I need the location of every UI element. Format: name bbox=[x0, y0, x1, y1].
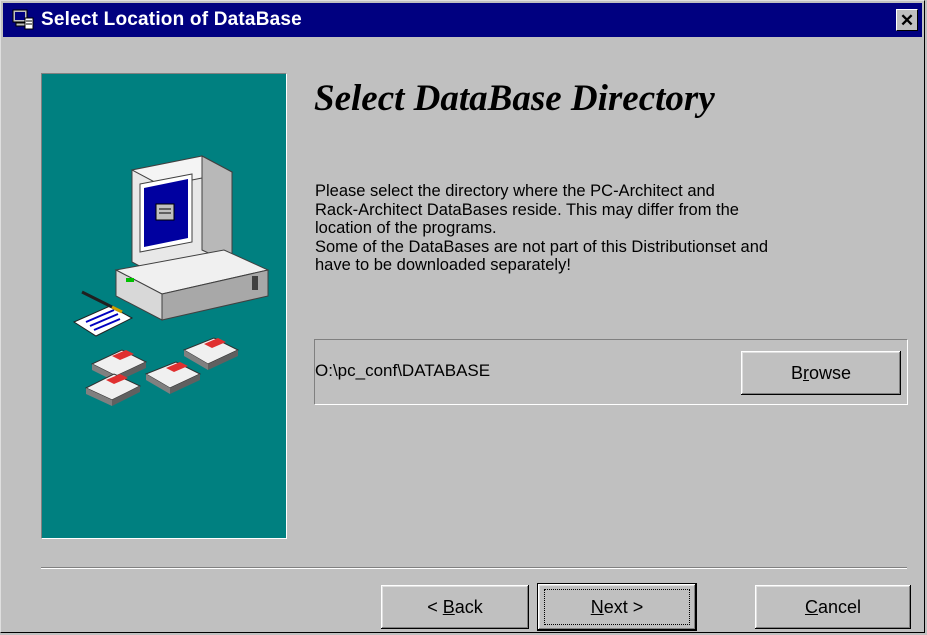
cancel-button[interactable]: Cancel bbox=[755, 585, 911, 629]
database-path: O:\pc_conf\DATABASE bbox=[315, 361, 491, 380]
close-icon: ✕ bbox=[899, 10, 915, 30]
page-description: Please select the directory where the PC… bbox=[315, 182, 900, 275]
description-line: location of the programs. bbox=[315, 219, 497, 238]
description-line: have to be downloaded separately! bbox=[315, 256, 571, 275]
window-title: Select Location of DataBase bbox=[41, 9, 302, 30]
button-label: Browse bbox=[790, 362, 852, 383]
focus-ring bbox=[544, 589, 690, 625]
description-line: Please select the directory where the PC… bbox=[315, 182, 715, 200]
browse-button[interactable]: Browse bbox=[741, 351, 901, 395]
button-label: < Back bbox=[427, 596, 483, 617]
title-bar[interactable]: Select Location of DataBase ✕ bbox=[3, 3, 922, 37]
next-button[interactable]: Next > bbox=[538, 584, 696, 630]
description-line: Rack-Architect DataBases reside. This ma… bbox=[315, 200, 739, 219]
page-heading: Select DataBase Directory bbox=[314, 78, 715, 119]
button-separator bbox=[41, 567, 907, 569]
close-button[interactable]: ✕ bbox=[896, 9, 918, 31]
setup-dialog: Select Location of DataBase ✕ Select Dat… bbox=[0, 0, 925, 633]
wizard-side-panel bbox=[41, 73, 287, 539]
back-button[interactable]: < Back bbox=[381, 585, 529, 629]
computer-with-disks-icon bbox=[72, 155, 270, 406]
description-line: Some of the DataBases are not part of th… bbox=[315, 237, 769, 256]
setup-computer-icon bbox=[11, 8, 35, 32]
button-label: Cancel bbox=[804, 596, 862, 617]
